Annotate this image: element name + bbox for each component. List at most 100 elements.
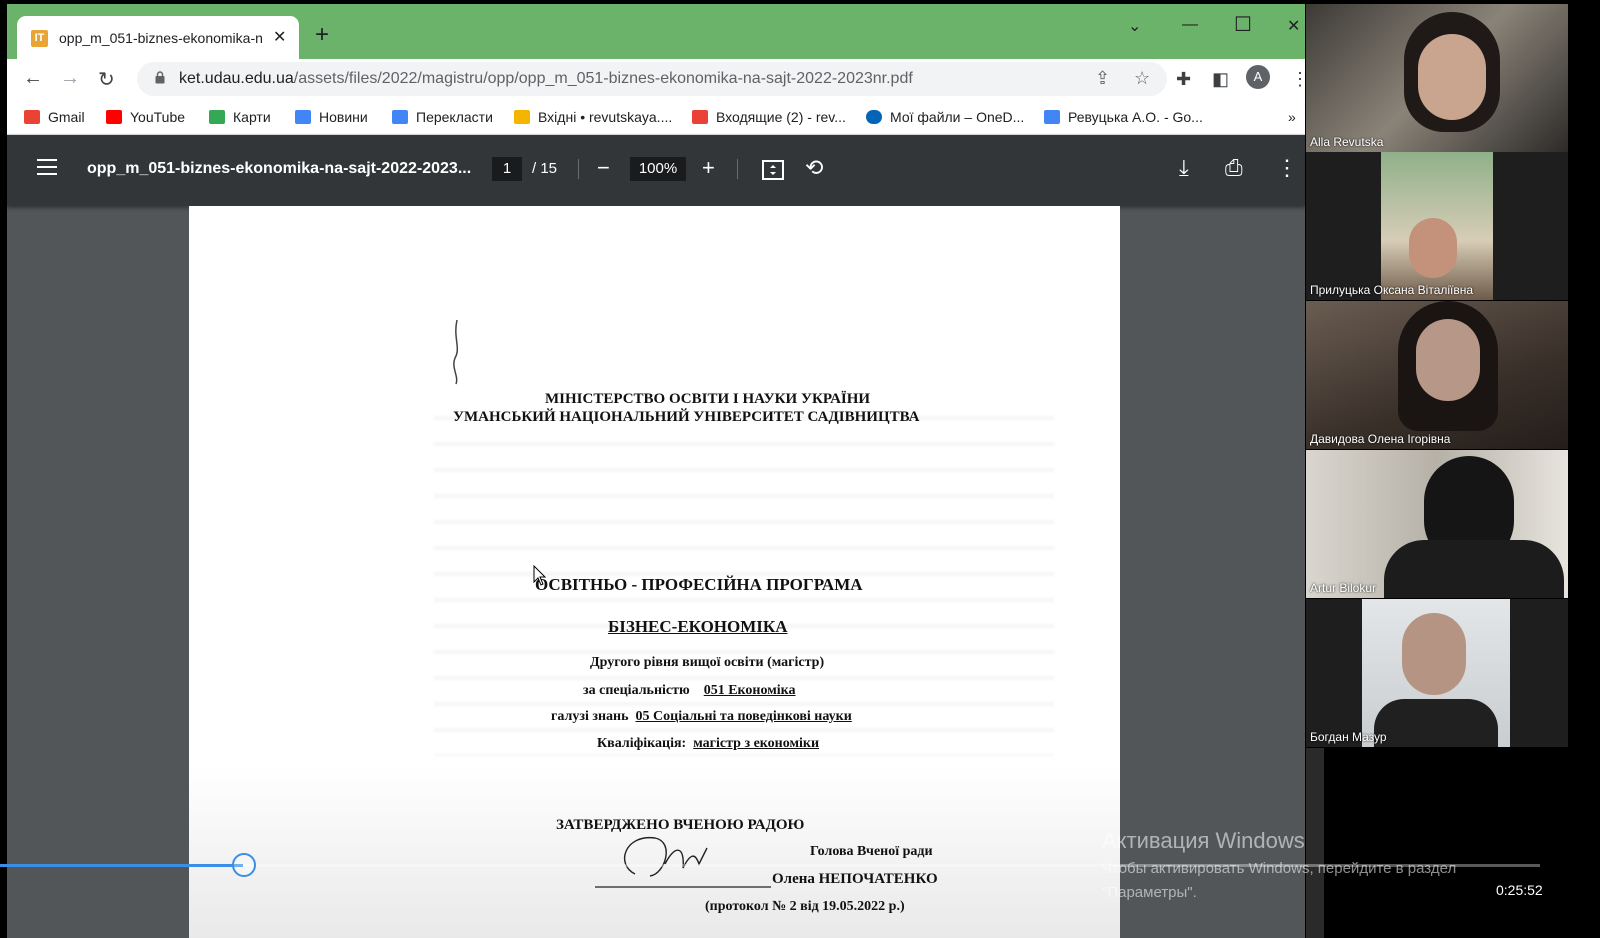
close-tab-icon[interactable]: ✕ (273, 27, 286, 47)
browser-tab[interactable]: ІТ opp_m_051-biznes-ekonomika-n ✕ (17, 16, 299, 60)
signature (595, 837, 771, 888)
qualification-value: магістр з економіки (693, 736, 820, 751)
maps-icon (209, 110, 225, 124)
qualification-line: Кваліфікація: магістр з економіки (597, 736, 819, 752)
bookmark-label: Вхідні • revutskaya.... (538, 109, 673, 125)
playback-time: 0:25:52 (1496, 882, 1543, 898)
drive-icon (1044, 110, 1060, 124)
field-value: 05 Соціальні та поведінкові науки (635, 709, 852, 724)
tab-search-icon[interactable]: ⌄ (1128, 16, 1141, 36)
participant-video-tile[interactable]: Давидова Олена Ігорівна (1306, 301, 1568, 449)
bookmark-maps[interactable]: Карти (209, 109, 271, 125)
bookmark-label: Перекласти (416, 109, 493, 125)
field-label: галузі знань (551, 709, 629, 724)
tab-title: opp_m_051-biznes-ekonomika-n (59, 30, 263, 46)
title-bar: ІТ opp_m_051-biznes-ekonomika-n ✕ + ⌄ — … (7, 4, 1305, 60)
divider (737, 159, 738, 179)
side-panel-icon[interactable]: ◧ (1212, 69, 1229, 90)
bookmark-translate[interactable]: Перекласти (392, 109, 493, 125)
qualification-label: Кваліфікація: (597, 736, 687, 751)
rotate-icon[interactable]: ⟲ (805, 155, 823, 181)
favicon-icon: ІТ (31, 30, 48, 47)
empty-tile-strip (1306, 748, 1324, 938)
bookmark-label: Входящие (2) - rev... (716, 109, 846, 125)
participant-name: Богдан Мазур (1310, 730, 1387, 744)
participant-video-tile[interactable]: Богдан Мазур (1306, 599, 1568, 747)
bookmark-news[interactable]: Новини (295, 109, 368, 125)
profile-avatar[interactable]: A (1246, 65, 1270, 89)
activation-watermark-line: Чтобы активировать Windows, перейдите в … (1102, 860, 1457, 877)
more-options-icon[interactable]: ⋮ (1276, 155, 1298, 181)
ministry-heading: МІНІСТЕРСТВО ОСВІТИ І НАУКИ УКРАЇНИ (545, 391, 871, 407)
program-name: БІЗНЕС-ЕКОНОМІКА (608, 617, 788, 636)
mouse-cursor-icon (533, 565, 547, 586)
print-icon[interactable]: ⎙ (1225, 155, 1243, 181)
new-tab-button[interactable]: + (315, 21, 329, 49)
url-path: /assets/files/2022/magistru/opp/opp_m_05… (293, 70, 913, 87)
bookmark-inbox[interactable]: Вхідні • revutskaya.... (514, 109, 672, 125)
participant-name: Artur Bilokur (1310, 581, 1377, 595)
fit-to-page-icon[interactable] (762, 159, 784, 181)
bookmark-star-icon[interactable]: ☆ (1134, 68, 1150, 89)
zoom-out-icon[interactable]: − (597, 155, 610, 181)
activation-watermark-title: Активация Windows (1102, 828, 1305, 853)
playback-progress-bar[interactable] (0, 853, 1540, 877)
specialty-label: за спеціальністю (583, 683, 690, 698)
participant-name: Alla Revutska (1310, 135, 1384, 149)
program-heading: ОСВІТНЬО - ПРОФЕСІЙНА ПРОГРАМА (535, 575, 863, 594)
initials-mark (453, 319, 459, 385)
extensions-icon[interactable]: ✚ (1176, 69, 1191, 90)
forward-icon[interactable]: → (60, 67, 80, 90)
maximize-icon[interactable]: ☐ (1234, 12, 1252, 37)
bookmark-mail[interactable]: Входящие (2) - rev... (692, 109, 846, 125)
download-icon[interactable]: ⤓ (1179, 155, 1189, 181)
participant-video-tile[interactable]: Alla Revutska (1306, 4, 1568, 152)
onedrive-icon (866, 110, 882, 124)
education-level: Другого рівня вищої освіти (магістр) (590, 655, 825, 670)
back-icon[interactable]: ← (23, 67, 43, 90)
participant-face (1418, 34, 1486, 120)
bookmarks-bar: Gmail YouTube Карти Новини Перекласти Вх… (7, 99, 1305, 135)
bookmark-google-drive[interactable]: Ревуцька А.О. - Go... (1044, 109, 1203, 125)
minimize-icon[interactable]: — (1182, 16, 1198, 34)
chair-title: Голова Вченої ради (810, 844, 933, 859)
bookmarks-more-button[interactable]: » (1288, 109, 1296, 125)
address-bar[interactable]: ket.udau.edu.ua/assets/files/2022/magist… (137, 62, 1167, 96)
bookmark-label: Мої файли – OneD... (890, 109, 1025, 125)
participant-video-feed (1381, 152, 1493, 300)
bookmark-label: Ревуцька А.О. - Go... (1068, 109, 1203, 125)
url-text: ket.udau.edu.ua/assets/files/2022/magist… (179, 70, 913, 88)
participant-name: Давидова Олена Ігорівна (1310, 432, 1451, 446)
zoom-input[interactable]: 100% (630, 157, 686, 181)
reload-icon[interactable]: ↻ (98, 67, 115, 92)
participant-video-tile[interactable]: Прилуцька Оксана Віталіївна (1306, 152, 1568, 300)
chair-name: Олена НЕПОЧАТЕНКО (772, 871, 938, 887)
page-number-input[interactable]: 1 (492, 157, 522, 181)
bookmark-label: Карти (233, 109, 271, 125)
university-heading: УМАНСЬКИЙ НАЦІОНАЛЬНИЙ УНІВЕРСИТЕТ САДІВ… (453, 409, 920, 425)
divider (578, 159, 579, 179)
chrome-menu-icon[interactable]: ⋮ (1291, 69, 1305, 90)
bookmark-gmail[interactable]: Gmail (24, 109, 85, 125)
close-window-icon[interactable]: ✕ (1287, 16, 1300, 36)
url-host: ket.udau.edu.ua (179, 70, 294, 87)
bookmark-onedrive[interactable]: Мої файли – OneD... (866, 109, 1024, 125)
activation-watermark-line: "Параметры". (1102, 884, 1197, 901)
participant-face (1416, 319, 1480, 401)
playback-progress-fill (0, 864, 244, 867)
protocol-line: (протокол № 2 від 19.05.2022 р.) (705, 899, 905, 914)
browser-window: ІТ opp_m_051-biznes-ekonomika-n ✕ + ⌄ — … (7, 4, 1305, 938)
participant-body (1374, 699, 1498, 747)
gmail-icon (24, 110, 40, 124)
participant-video-tile[interactable]: Artur Bilokur (1306, 450, 1568, 598)
gmail-icon (692, 110, 708, 124)
hamburger-menu-icon[interactable] (37, 159, 57, 175)
zoom-in-icon[interactable]: + (702, 155, 715, 181)
bookmark-youtube[interactable]: YouTube (106, 109, 185, 125)
translate-icon (392, 110, 408, 124)
participant-name: Прилуцька Оксана Віталіївна (1310, 283, 1474, 297)
bookmark-label: Gmail (48, 109, 85, 125)
inbox-icon (514, 110, 530, 124)
participant-face (1409, 218, 1457, 278)
share-icon[interactable]: ⇪ (1095, 68, 1110, 89)
